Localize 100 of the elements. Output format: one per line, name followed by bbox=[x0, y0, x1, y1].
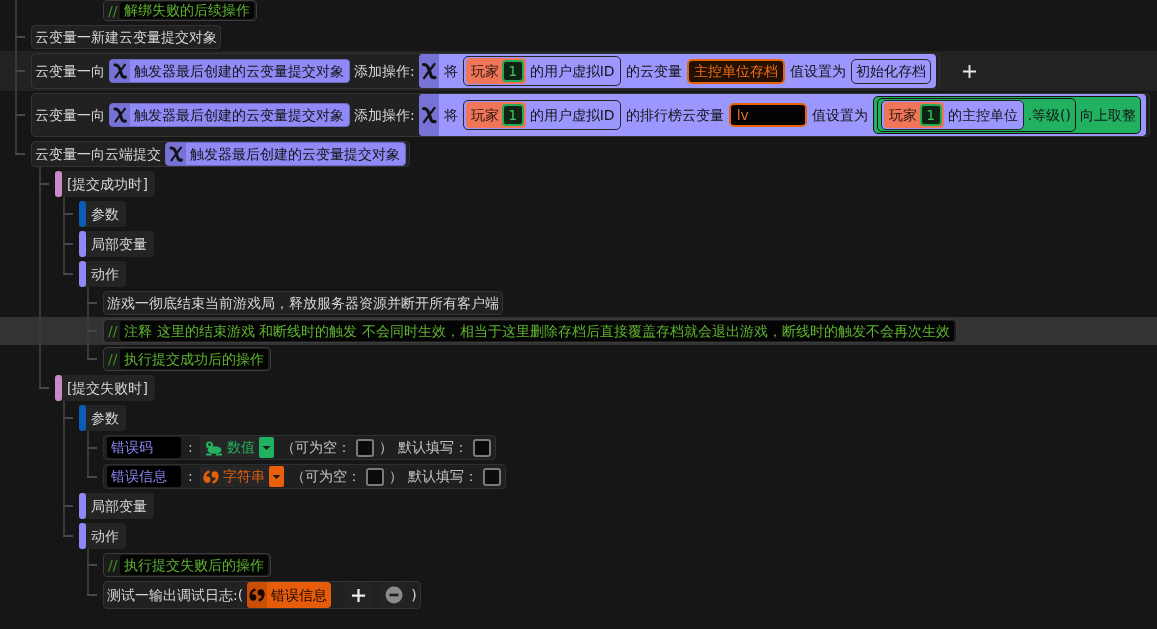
parameter-row[interactable]: 错误信息 : 字符串 （可为空： ） 默认填写： bbox=[103, 464, 506, 489]
variable-chip[interactable]: 触发器最后创建的云变量提交对象 bbox=[109, 59, 350, 83]
player-label: 玩家 bbox=[470, 106, 499, 125]
default-checkbox[interactable] bbox=[482, 467, 501, 486]
string-variable-chip[interactable]: 错误信息 bbox=[247, 582, 332, 608]
comment-marker: // bbox=[108, 1, 118, 20]
function-block[interactable]: 玩家 1 的主控单位 .等级() 向上取整 bbox=[872, 96, 1141, 134]
player-chip[interactable]: 玩家 1 bbox=[883, 102, 944, 128]
statement-text: 添加操作: bbox=[354, 62, 415, 81]
variable-chip[interactable]: 触发器最后创建的云变量提交对象 bbox=[165, 142, 406, 166]
player-label: 玩家 bbox=[888, 106, 917, 125]
plus-icon[interactable] bbox=[961, 63, 977, 79]
paren-text: ） bbox=[378, 438, 393, 457]
section-label: [提交失败时] bbox=[66, 379, 149, 398]
default-checkbox[interactable] bbox=[472, 438, 491, 457]
comment-block[interactable]: // 解绑失败的后续操作 bbox=[103, 0, 258, 21]
comment-block[interactable]: // 执行提交失败后的操作 bbox=[103, 553, 272, 577]
minus-circle-icon bbox=[385, 586, 404, 604]
italic-x-icon bbox=[418, 54, 439, 88]
comment-block[interactable]: // 执行提交成功后的操作 bbox=[103, 347, 272, 371]
italic-x-icon bbox=[110, 60, 130, 82]
expression-group[interactable]: 玩家 1 的用户虚拟ID bbox=[462, 100, 621, 130]
comment-marker: // bbox=[108, 322, 118, 340]
function-label: 向上取整 bbox=[1080, 106, 1136, 125]
player-number-field[interactable]: 1 bbox=[919, 104, 942, 126]
statement-block[interactable]: 云变量一向 触发器最后创建的云变量提交对象 添加操作: 将 玩家 1 的用户虚拟ID 的排行榜云变量 lv 值设置为 玩家 1 的主控单位 .等级() 向上取整 bbox=[31, 93, 1150, 137]
statement-text: 的排行榜云变量 bbox=[625, 106, 724, 125]
nullable-checkbox[interactable] bbox=[365, 467, 384, 486]
statement-text: 的主控单位 bbox=[947, 106, 1018, 125]
separator-text: : bbox=[187, 467, 194, 486]
statement-text: 的云变量 bbox=[625, 62, 682, 81]
paren-text: ） bbox=[388, 467, 403, 486]
statement-text: 测试一输出调试日志:( bbox=[107, 586, 244, 605]
nullable-checkbox[interactable] bbox=[355, 438, 374, 457]
comment-text: 执行提交失败后的操作 bbox=[120, 555, 269, 575]
section-header[interactable]: [提交成功时] bbox=[55, 171, 155, 197]
comment-marker: // bbox=[108, 556, 118, 574]
comment-text: 解绑失败的后续操作 bbox=[120, 2, 255, 19]
parameter-name-field[interactable]: 错误信息 bbox=[107, 466, 181, 487]
function-label: .等级() bbox=[1027, 106, 1071, 125]
statement-text: 云变量一向 bbox=[35, 106, 105, 125]
statement-text: 值设置为 bbox=[789, 62, 846, 81]
function-block[interactable]: 玩家 1 的主控单位 .等级() bbox=[876, 98, 1076, 132]
parameter-name-field[interactable]: 错误码 bbox=[107, 437, 181, 458]
player-number-field[interactable]: 1 bbox=[501, 60, 524, 82]
expression-group[interactable]: 玩家 1 的主控单位 bbox=[880, 100, 1024, 130]
operation-block[interactable]: 将 玩家 1 的用户虚拟ID 的云变量 主控单位存档 值设置为 初始化存档 bbox=[418, 54, 936, 88]
section-header[interactable]: 局部变量 bbox=[79, 493, 154, 519]
statement-block[interactable]: 云变量一向云端提交 触发器最后创建的云变量提交对象 bbox=[31, 141, 410, 167]
caret-icon bbox=[258, 437, 274, 458]
default-label: 默认填写： bbox=[407, 467, 478, 486]
comment-text: 执行提交成功后的操作 bbox=[120, 349, 269, 369]
statement-text: 添加操作: bbox=[354, 106, 415, 125]
section-header[interactable]: [提交失败时] bbox=[55, 375, 155, 401]
italic-x-icon bbox=[418, 94, 439, 136]
section-header[interactable]: 参数 bbox=[79, 201, 126, 227]
value-field[interactable]: 初始化存档 bbox=[850, 58, 931, 84]
section-label: [提交成功时] bbox=[66, 175, 149, 194]
quote-icon bbox=[202, 468, 219, 485]
comment-block[interactable]: // 注释 这里的结束游戏 和断线时的触发 不会同时生效，相当于这里删除存档后直接覆盖存档就会退出游戏，断线时的触发不会再次生效 bbox=[103, 319, 957, 343]
section-label: 局部变量 bbox=[90, 235, 148, 254]
operation-block[interactable]: 将 玩家 1 的用户虚拟ID 的排行榜云变量 lv 值设置为 玩家 1 的主控单位 .等级() 向上取整 bbox=[418, 94, 1146, 136]
statement-text: 将 bbox=[443, 62, 458, 81]
caret-icon bbox=[268, 466, 284, 487]
section-header[interactable]: 动作 bbox=[79, 261, 126, 287]
statement-block[interactable]: 测试一输出调试日志:( 错误信息 ) bbox=[103, 581, 421, 609]
default-label: 默认填写： bbox=[397, 438, 468, 457]
italic-x-icon bbox=[110, 104, 130, 126]
section-header[interactable]: 局部变量 bbox=[79, 231, 154, 257]
section-label: 动作 bbox=[90, 265, 120, 284]
type-dropdown[interactable]: 字符串 bbox=[199, 466, 284, 487]
parameter-row[interactable]: 错误码 : 数值 （可为空： ） 默认填写： bbox=[103, 435, 496, 460]
plus-icon bbox=[350, 587, 366, 603]
section-label: 参数 bbox=[90, 409, 120, 428]
comment-text: 注释 这里的结束游戏 和断线时的触发 不会同时生效，相当于这里删除存档后直接覆盖存档就会退出游戏，断线时的触发不会再次生效 bbox=[120, 321, 954, 341]
nullable-label: （可为空： bbox=[290, 467, 361, 486]
section-header[interactable]: 动作 bbox=[79, 523, 126, 549]
statement-text: 值设置为 bbox=[811, 106, 868, 125]
player-chip[interactable]: 玩家 1 bbox=[465, 58, 526, 84]
quote-icon bbox=[247, 582, 268, 608]
statement-text: 的用户虚拟ID bbox=[529, 106, 615, 125]
variable-name-field[interactable]: lv bbox=[728, 103, 807, 127]
type-dropdown[interactable]: 数值 bbox=[199, 437, 274, 458]
player-chip[interactable]: 玩家 1 bbox=[465, 102, 526, 128]
separator-text: : bbox=[187, 438, 194, 457]
statement-text: 云变量一向云端提交 bbox=[35, 145, 161, 164]
section-label: 参数 bbox=[90, 205, 120, 224]
statement-text: 将 bbox=[443, 106, 458, 125]
statement-text: 的用户虚拟ID bbox=[529, 62, 615, 81]
nullable-label: （可为空： bbox=[280, 438, 351, 457]
italic-x-icon bbox=[166, 143, 186, 165]
comment-marker: // bbox=[108, 350, 118, 368]
cloud-variable-field[interactable]: 主控单位存档 bbox=[686, 58, 785, 84]
section-header[interactable]: 参数 bbox=[79, 405, 126, 431]
statement-text: 云变量一向 bbox=[35, 62, 105, 81]
variable-chip[interactable]: 触发器最后创建的云变量提交对象 bbox=[109, 103, 350, 127]
expression-group[interactable]: 玩家 1 的用户虚拟ID bbox=[462, 56, 621, 86]
player-number-field[interactable]: 1 bbox=[501, 104, 524, 126]
statement-text: ) bbox=[411, 586, 417, 605]
statement-block[interactable]: 云变量一向 触发器最后创建的云变量提交对象 添加操作: 将 玩家 1 的用户虚拟ID 的云变量 主控单位存档 值设置为 初始化存档 bbox=[31, 53, 940, 89]
